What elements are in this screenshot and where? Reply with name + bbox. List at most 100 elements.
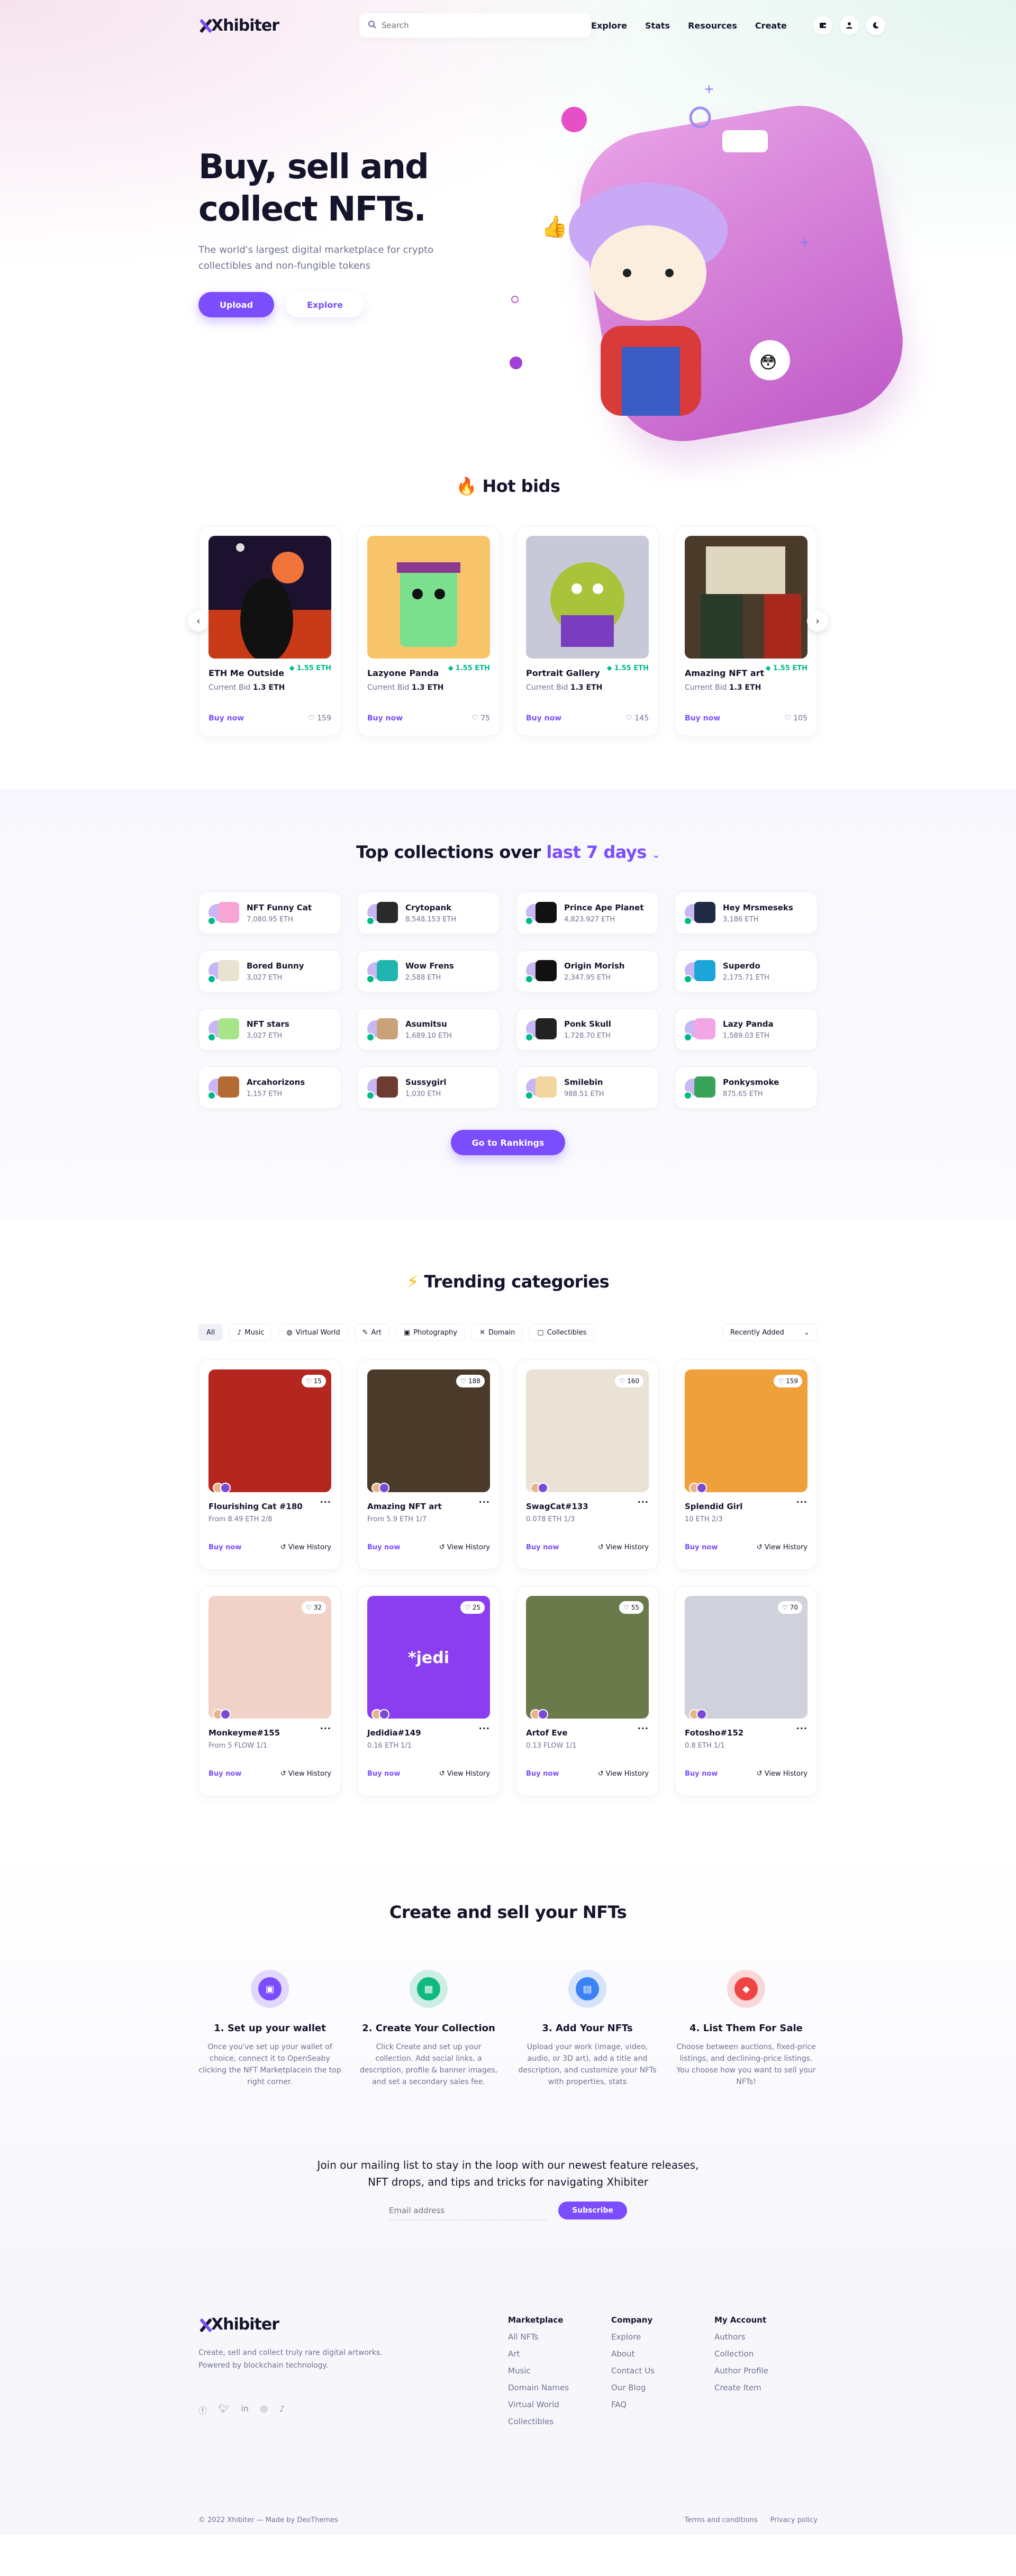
trending-card[interactable]: *jedi ♡ 25 Jedidia#149 ··· 0.16 ETH 1/1 Buy no… [357,1586,500,1796]
instagram-icon[interactable]: ◎ [260,2404,268,2416]
buy-now-link[interactable]: Buy now [685,1770,718,1778]
view-history-link[interactable]: ↺ View History [598,1543,649,1551]
collection-item[interactable]: NFT stars 3,027 ETH [198,1008,341,1051]
nav-explore[interactable]: Explore [591,21,627,31]
likes-count[interactable]: ♡ 159 [308,714,331,723]
footer-link[interactable]: Our Blog [611,2383,714,2392]
explore-button[interactable]: Explore [286,292,365,317]
next-arrow-button[interactable]: › [807,610,828,632]
footer-link[interactable]: Author Profile [714,2366,818,2376]
likes-badge[interactable]: ♡ 70 [777,1601,802,1614]
trending-card[interactable]: ♡ 160 SwagCat#133 ··· 0.078 ETH 1/3 Buy now ↺ … [516,1359,659,1570]
search-box[interactable] [359,13,592,38]
collection-item[interactable]: Hey Mrsmeseks 3,186 ETH [675,892,818,934]
buy-now-link[interactable]: Buy now [367,1543,400,1551]
likes-badge[interactable]: ♡ 55 [619,1601,643,1614]
buy-now-link[interactable]: Buy now [685,1543,718,1551]
footer-link[interactable]: Contact Us [611,2366,714,2376]
tiktok-icon[interactable]: ♪ [279,2404,285,2416]
trending-card[interactable]: ♡ 188 Amazing NFT art ··· From 5.9 ETH 1/7 Bu… [357,1359,500,1570]
collection-item[interactable]: NFT Funny Cat 7,080.95 ETH [198,892,341,934]
profile-button[interactable] [839,16,859,35]
trending-card[interactable]: ♡ 55 Artof Eve ··· 0.13 FLOW 1/1 Buy now ↺ Vie… [516,1586,659,1796]
trending-card[interactable]: ♡ 159 Splendid Girl ··· 10 ETH 2/3 Buy now ↺ V… [675,1359,818,1570]
sort-dropdown[interactable]: Recently Added ⌄ [722,1323,818,1341]
footer-link[interactable]: Authors [714,2332,818,2342]
facebook-icon[interactable]: ⓕ [198,2404,207,2416]
filter-music[interactable]: ♪ Music [229,1324,273,1341]
filter-domain[interactable]: ✕ Domain [471,1324,523,1341]
collection-item[interactable]: Superdo 2,175.71 ETH [675,950,818,992]
hot-bid-card[interactable]: ETH Me Outside ⬥ 1.55 ETH Current Bid 1.3 … [198,526,341,736]
filter-virtual-world[interactable]: ◍ Virtual World [278,1324,348,1341]
footer-link[interactable]: Virtual World [508,2400,611,2409]
footer-logo[interactable]: Xhibiter [198,2315,508,2334]
more-options-button[interactable]: ··· [320,1723,331,1733]
logo[interactable]: Xhibiter [198,16,279,35]
trending-card[interactable]: ♡ 15 Flourishing Cat #180 ··· From 8.49 ETH … [198,1359,341,1570]
more-options-button[interactable]: ··· [638,1723,649,1733]
filter-collectibles[interactable]: ▢ Collectibles [529,1324,595,1341]
filter-photography[interactable]: ▣ Photography [395,1324,466,1341]
collection-item[interactable]: Bored Bunny 3,027 ETH [198,950,341,992]
go-to-rankings-button[interactable]: Go to Rankings [450,1130,566,1155]
view-history-link[interactable]: ↺ View History [439,1543,490,1551]
email-field[interactable] [389,2201,548,2220]
likes-badge[interactable]: ♡ 188 [456,1375,485,1387]
more-options-button[interactable]: ··· [638,1497,649,1507]
hot-bid-card[interactable]: Portrait Gallery ⬥ 1.55 ETH Current Bid 1.… [516,526,659,736]
nft-image[interactable]: ♡ 160 [526,1369,649,1492]
collection-item[interactable]: Asumitsu 1,689.10 ETH [357,1008,500,1051]
likes-badge[interactable]: ♡ 25 [460,1601,485,1614]
footer-link[interactable]: Music [508,2366,611,2376]
buy-now-link[interactable]: Buy now [208,1543,241,1551]
trending-card[interactable]: ♡ 70 Fotosho#152 ··· 0.8 ETH 1/1 Buy now ↺ Vie… [675,1586,818,1796]
likes-count[interactable]: ♡ 75 [471,714,490,723]
view-history-link[interactable]: ↺ View History [280,1543,331,1551]
filter-all[interactable]: All [198,1324,223,1341]
nft-image[interactable] [526,536,649,659]
buy-now-link[interactable]: Buy now [685,714,720,723]
buy-now-link[interactable]: Buy now [526,714,561,723]
footer-link[interactable]: Domain Names [508,2383,611,2392]
view-history-link[interactable]: ↺ View History [439,1770,490,1778]
likes-badge[interactable]: ♡ 159 [774,1375,802,1387]
footer-link[interactable]: Collection [714,2349,818,2359]
nav-stats[interactable]: Stats [645,21,670,31]
nav-resources[interactable]: Resources [688,21,737,31]
prev-arrow-button[interactable]: ‹ [188,610,209,632]
nft-image[interactable]: ♡ 32 [208,1596,331,1719]
footer-link[interactable]: Art [508,2349,611,2359]
collection-item[interactable]: Ponk Skull 1,728.70 ETH [516,1008,659,1051]
footer-link[interactable]: Create Item [714,2383,818,2392]
twitter-icon[interactable]: 🐦︎ [219,2404,229,2416]
more-options-button[interactable]: ··· [479,1723,490,1733]
hot-bid-card[interactable]: Lazyone Panda ⬥ 1.55 ETH Current Bid 1.3 E… [357,526,500,736]
collection-item[interactable]: Arcahorizons 1,157 ETH [198,1066,341,1109]
nav-create[interactable]: Create [755,21,787,31]
likes-count[interactable]: ♡ 145 [625,714,649,723]
collection-item[interactable]: Sussygirl 1,030 ETH [357,1066,500,1109]
privacy-link[interactable]: Privacy policy [770,2516,818,2524]
buy-now-link[interactable]: Buy now [208,1770,241,1778]
view-history-link[interactable]: ↺ View History [280,1770,331,1778]
terms-link[interactable]: Terms and conditions [685,2516,758,2524]
footer-link[interactable]: FAQ [611,2400,714,2409]
buy-now-link[interactable]: Buy now [526,1770,559,1778]
buy-now-link[interactable]: Buy now [526,1543,559,1551]
more-options-button[interactable]: ··· [796,1723,808,1733]
period-dropdown[interactable]: last 7 days ⌄ [546,842,660,862]
view-history-link[interactable]: ↺ View History [598,1770,649,1778]
footer-link[interactable]: About [611,2349,714,2359]
nft-image[interactable]: ♡ 188 [367,1369,490,1492]
upload-button[interactable]: Upload [198,292,275,317]
buy-now-link[interactable]: Buy now [367,714,403,723]
nft-image[interactable] [208,536,331,659]
collection-item[interactable]: Ponkysmoke 875.65 ETH [675,1066,818,1109]
view-history-link[interactable]: ↺ View History [757,1770,808,1778]
collection-item[interactable]: Smilebin 988.51 ETH [516,1066,659,1109]
buy-now-link[interactable]: Buy now [208,714,244,723]
wallet-button[interactable] [813,16,832,35]
more-options-button[interactable]: ··· [796,1497,808,1507]
nft-image[interactable]: ♡ 55 [526,1596,649,1719]
